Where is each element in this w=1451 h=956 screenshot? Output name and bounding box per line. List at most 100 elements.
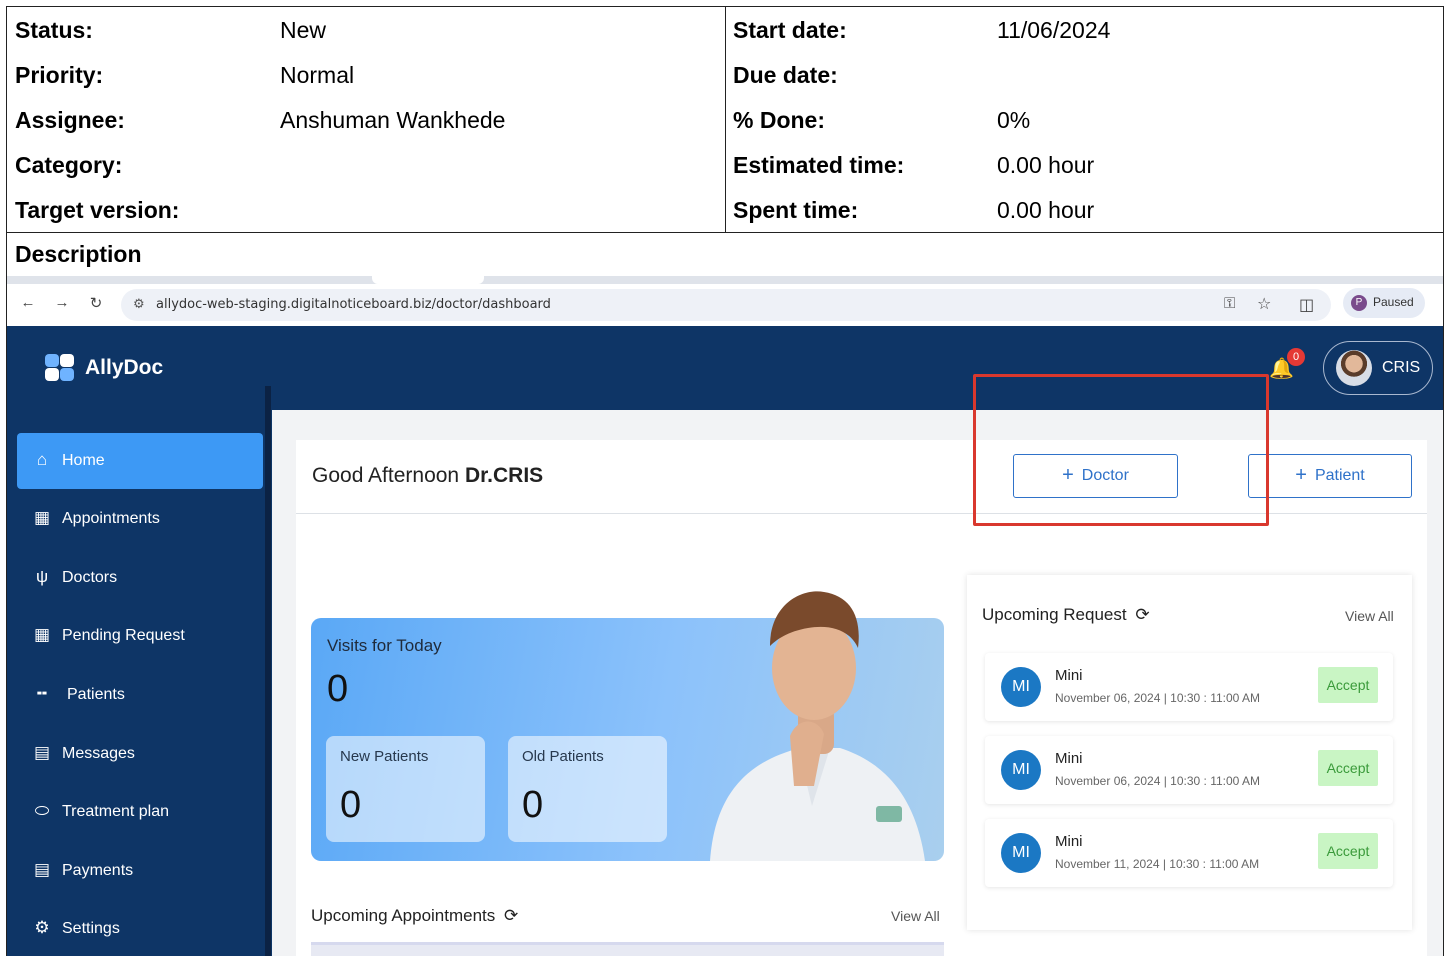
add-patient-label: Patient [1314,467,1365,484]
browser-tabstrip [7,276,1443,284]
issue-attributes-table: Status: New Priority: Normal Assignee: A… [6,6,1444,233]
avatar: MI [1001,750,1041,790]
sidebar-item-label: Payments [62,862,134,879]
sidebar-item-label: Doctors [62,569,118,586]
upcoming-request-title: Upcoming Request ⟳ [982,605,1150,625]
address-bar[interactable]: ⚙ allydoc-web-staging.digitalnoticeboard… [121,289,1331,321]
refresh-icon[interactable]: ⟳ [504,906,518,925]
request-datetime: November 11, 2024 | 10:30 : 11:00 AM [1055,857,1260,871]
sidebar-item-label: Appointments [62,510,160,527]
sidebar-item-label: Pending Request [62,627,185,644]
profile-status: Paused [1373,295,1414,309]
browser-toolbar: ← → ↻ ⚙ allydoc-web-staging.digitalnotic… [7,284,1443,326]
old-patients-label: Old Patients [522,748,604,765]
active-tab-edge [372,276,484,284]
sidebar-item-payments[interactable]: ▤ Payments [17,843,263,899]
greeting: Good Afternoon Dr.CRIS [312,464,543,488]
url-text[interactable]: allydoc-web-staging.digitalnoticeboard.b… [156,297,551,312]
calendar-pending-icon: ▦ [33,625,51,644]
sidebar-item-label: Settings [62,920,120,937]
add-patient-button[interactable]: + Patient [1248,454,1412,498]
sidebar: ⌂ Home ▦ Appointments ψ Doctors ▦ Pendin… [7,410,272,956]
refresh-icon[interactable]: ⟳ [1135,605,1149,624]
attr-label: Priority: [15,62,104,88]
profile-button[interactable]: P Paused [1343,288,1425,318]
attr-label: % Done: [733,107,825,133]
back-icon[interactable]: ← [17,294,39,311]
attr-label: Category: [15,152,123,178]
user-menu[interactable]: CRIS [1323,341,1433,395]
bed-icon: ╍ [36,684,48,703]
sidebar-item-appointments[interactable]: ▦ Appointments [17,491,263,547]
list-item[interactable]: MI Mini November 11, 2024 | 10:30 : 11:0… [985,819,1393,887]
accept-button[interactable]: Accept [1318,667,1378,703]
new-patients-label: New Patients [340,748,429,765]
sidebar-item-label: Messages [62,745,135,762]
new-patients-count: 0 [340,784,362,826]
attr-label: Spent time: [733,197,859,223]
allydoc-logo-icon [45,354,75,382]
password-key-icon[interactable]: ⚿ [1224,295,1235,312]
attr-label: Target version: [15,197,180,223]
sidebar-item-settings[interactable]: ⚙ Settings [17,901,263,956]
forward-icon[interactable]: → [51,294,73,311]
visits-title: Visits for Today [327,636,442,655]
attr-value: 11/06/2024 [997,17,1111,43]
profile-avatar: P [1351,295,1367,311]
visits-count: 0 [327,668,349,710]
list-item[interactable]: MI Mini November 06, 2024 | 10:30 : 11:0… [985,653,1393,721]
calendar-icon: ▦ [33,508,51,527]
stethoscope-icon: ψ [35,567,49,586]
list-item[interactable]: MI Mini November 06, 2024 | 10:30 : 11:0… [985,736,1393,804]
gear-icon: ⚙ [34,918,50,937]
new-patients-card[interactable]: New Patients 0 [326,736,485,842]
card-icon: ▤ [33,860,51,879]
accept-button[interactable]: Accept [1318,833,1378,869]
attr-value: Normal [280,62,355,88]
avatar: MI [1001,833,1041,873]
greeting-prefix: Good Afternoon [312,464,460,487]
request-name: Mini [1055,667,1083,684]
extensions-icon[interactable]: ◫ [1299,295,1314,315]
column-divider [725,7,726,233]
message-icon: ▤ [33,743,51,762]
site-settings-icon[interactable]: ⚙ [133,296,145,312]
highlight-annotation [973,374,1269,526]
sidebar-item-treatment-plan[interactable]: ⬭ Treatment plan [17,784,263,840]
upcoming-appointments-label: Upcoming Appointments [311,906,496,925]
sidebar-item-label: Treatment plan [62,803,170,820]
bookmark-star-icon[interactable]: ☆ [1257,294,1271,314]
avatar: MI [1001,667,1041,707]
sidebar-item-label: Patients [67,686,125,703]
upcoming-appointments-title: Upcoming Appointments ⟳ [311,906,518,926]
attr-value: 0.00 hour [997,152,1095,178]
sidebar-item-home[interactable]: ⌂ Home [17,433,263,489]
attr-label: Estimated time: [733,152,905,178]
attr-label: Assignee: [15,107,125,133]
attr-label: Start date: [733,17,847,43]
doctor-illustration [710,591,925,861]
appointments-table-header [311,942,944,956]
sidebar-item-label: Home [62,452,105,469]
requests-view-all-link[interactable]: View All [1345,608,1394,624]
appointments-view-all-link[interactable]: View All [891,908,940,924]
sidebar-item-patients[interactable]: ╍ Patients [17,667,263,723]
sidebar-item-pending-request[interactable]: ▦ Pending Request [17,608,263,664]
sidebar-item-doctors[interactable]: ψ Doctors [17,550,263,606]
old-patients-card[interactable]: Old Patients 0 [508,736,667,842]
request-datetime: November 06, 2024 | 10:30 : 11:00 AM [1055,774,1261,788]
description-heading: Description [15,241,142,267]
accept-button[interactable]: Accept [1318,750,1378,786]
notification-badge: 0 [1287,348,1305,366]
brand-name[interactable]: AllyDoc [85,356,163,380]
attr-label: Due date: [733,62,838,88]
reload-icon[interactable]: ↻ [85,294,107,312]
greeting-name: Dr.CRIS [464,464,544,487]
attr-value: 0.00 hour [997,197,1095,223]
pill-icon: ⬭ [34,801,50,820]
attr-value[interactable]: Anshuman Wankhede [280,107,505,133]
sidebar-item-messages[interactable]: ▤ Messages [17,726,263,782]
sidebar-scrollbar[interactable] [265,386,271,956]
upcoming-request-label: Upcoming Request [982,605,1127,624]
attr-label: Status: [15,17,93,43]
